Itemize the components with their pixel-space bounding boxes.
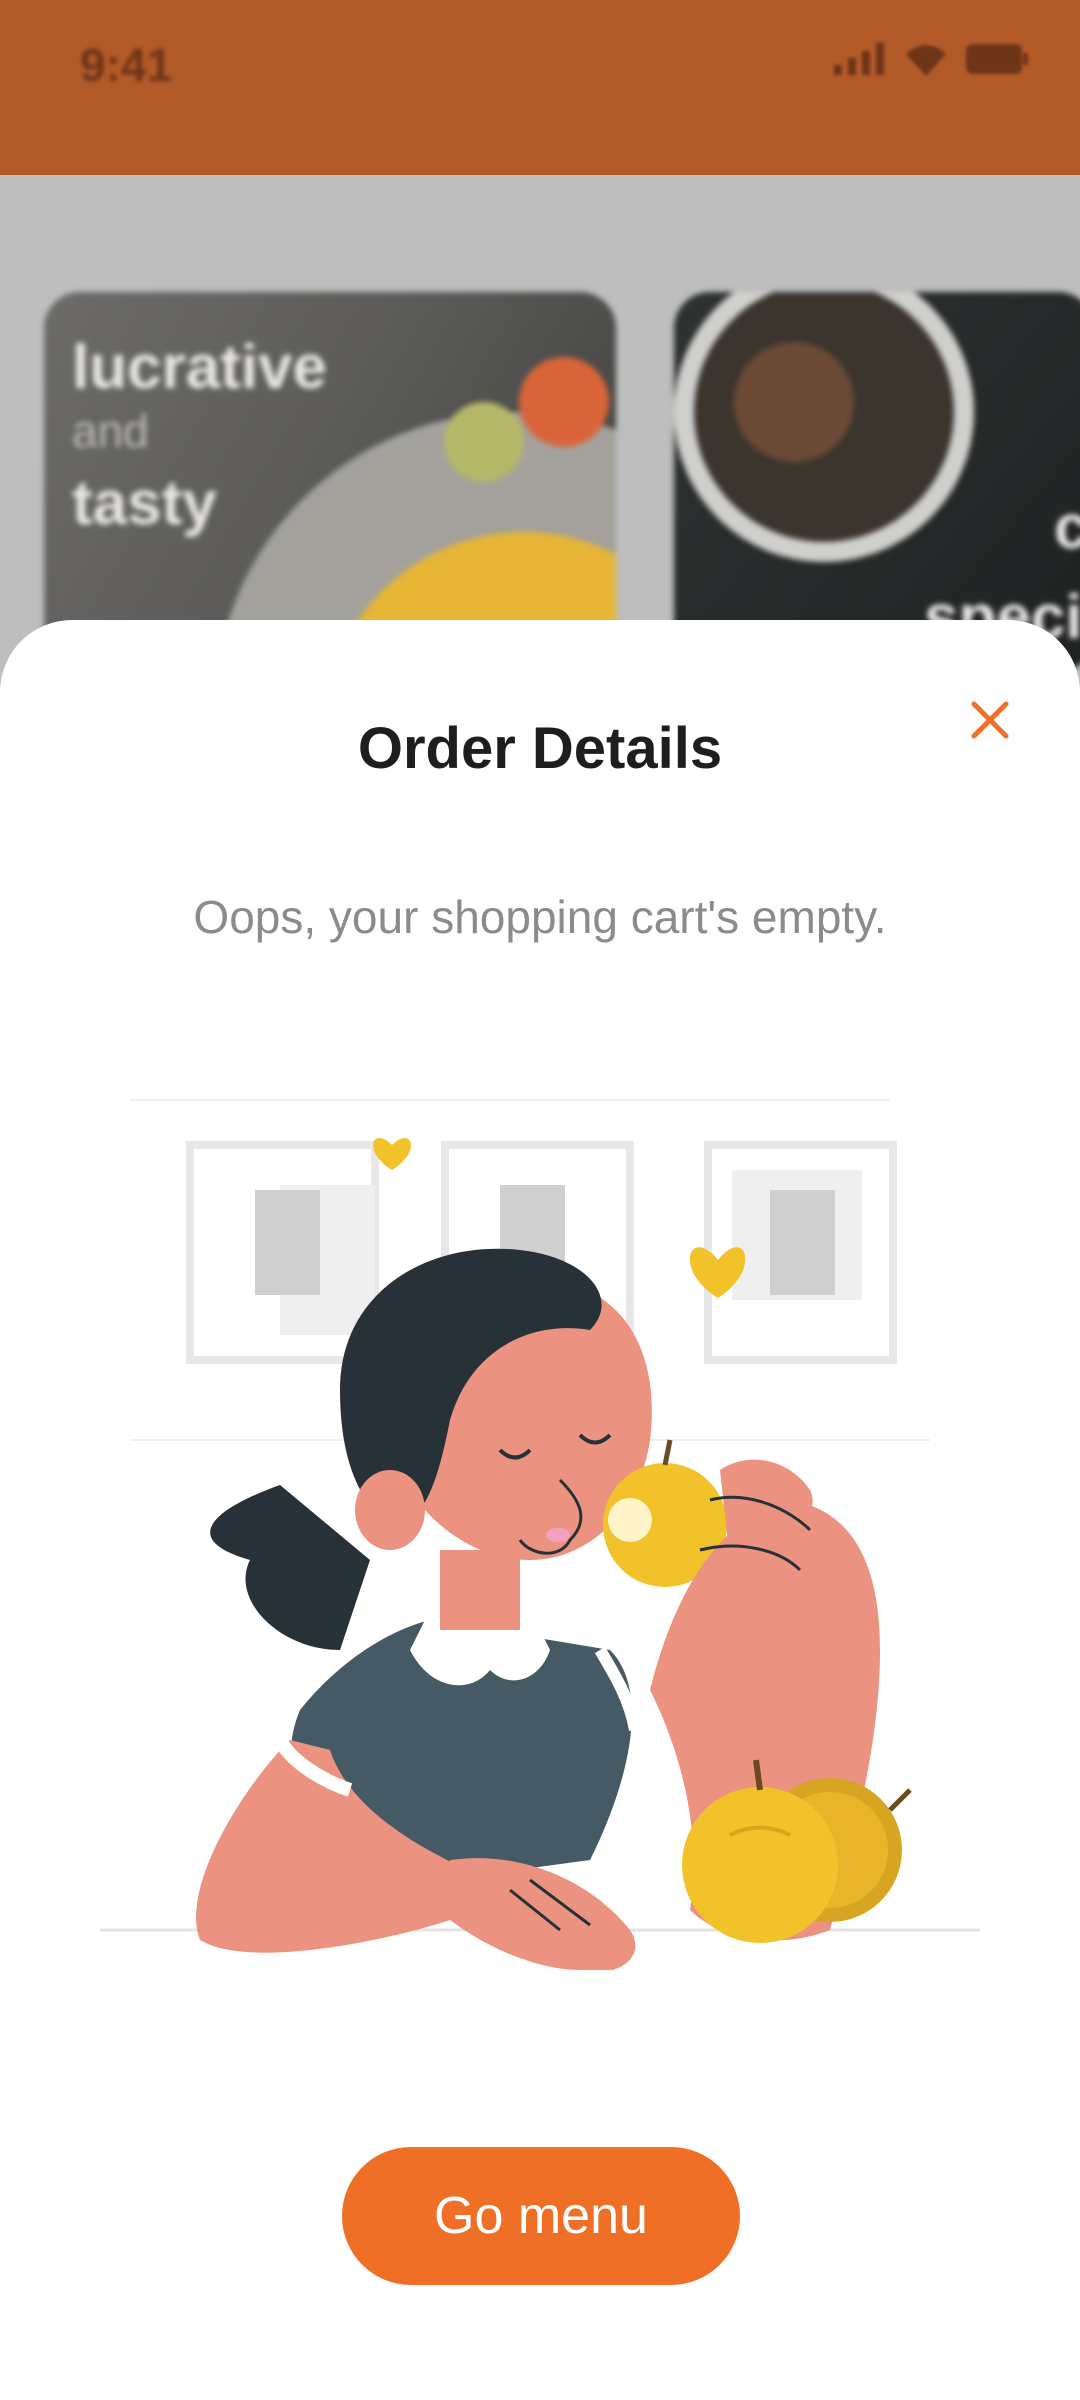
promo-banner-2: c speci [674, 292, 1080, 672]
banner-2-text: c [1054, 493, 1080, 562]
promo-banner: lucrative and tasty [44, 292, 616, 672]
close-button[interactable] [955, 685, 1025, 755]
banner-headline: lucrative [72, 333, 328, 402]
empty-cart-message: Oops, your shopping cart's empty. [193, 891, 887, 943]
banner-subtext: and [72, 405, 149, 457]
status-bar: 9:41 [0, 0, 1080, 175]
banner-headline-2: tasty [72, 469, 217, 538]
wifi-icon [906, 45, 946, 76]
close-icon [971, 701, 1009, 739]
status-icons [834, 42, 1028, 76]
battery-icon [966, 44, 1028, 74]
order-details-sheet: Order Details Oops, your shopping cart's… [0, 620, 1080, 2400]
signal-icon [834, 43, 884, 75]
status-time: 9:41 [80, 39, 173, 91]
go-menu-button[interactable]: Go menu [342, 2147, 740, 2285]
sheet-title: Order Details [357, 716, 723, 781]
girl-eating-apple-illustration [100, 1099, 980, 1970]
